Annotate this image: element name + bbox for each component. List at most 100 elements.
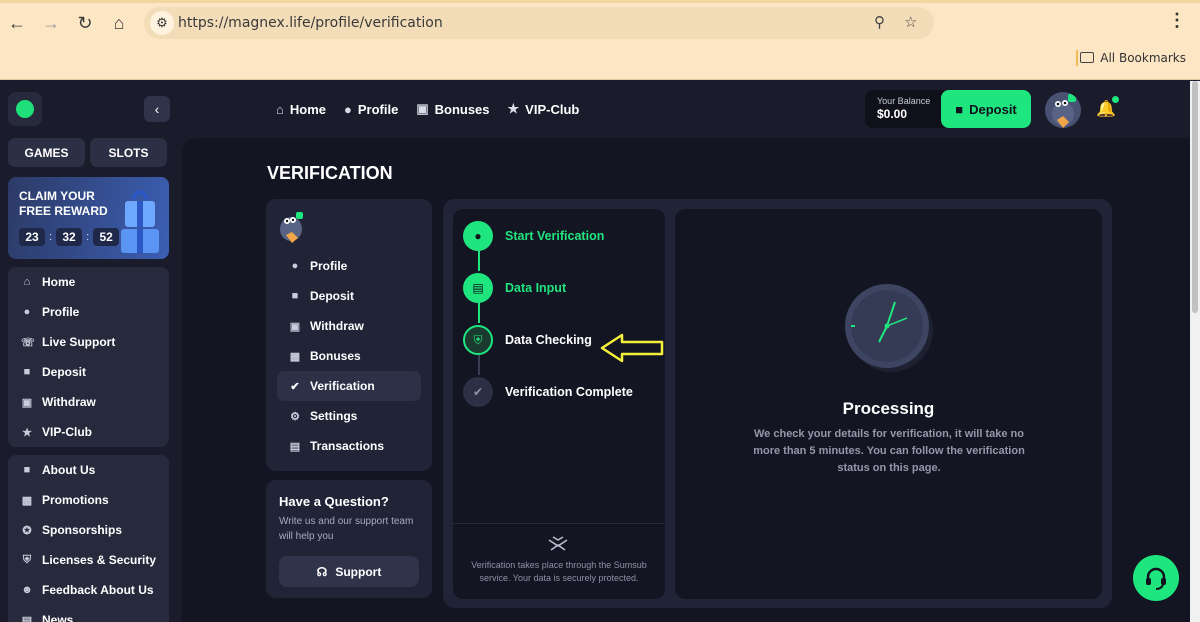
sidebar-item-feedback[interactable]: ☻ Feedback About Us <box>8 575 169 605</box>
scrollbar-thumb[interactable] <box>1192 81 1198 313</box>
annotation-arrow <box>600 333 664 363</box>
deposit-label: Deposit <box>969 101 1017 117</box>
topnav-item-vip[interactable]: ★ VIP-Club <box>508 101 580 117</box>
sidebar-item-profile[interactable]: ● Profile <box>8 297 169 327</box>
tab-slots[interactable]: SLOTS <box>90 138 167 167</box>
wallet-icon: ■ <box>291 290 299 302</box>
tab-games[interactable]: GAMES <box>8 138 85 167</box>
browser-toolbar: ← → ↻ ⌂ ⚙ https://magnex.life/profile/ve… <box>0 0 1200 80</box>
topnav-label: Bonuses <box>434 101 490 117</box>
headset-icon: ☊ <box>316 564 328 579</box>
sumsub-note: Verification takes place through the Sum… <box>471 560 647 583</box>
sidebar-item-home[interactable]: ⌂ Home <box>8 267 169 297</box>
bookmark-star-icon[interactable]: ☆ <box>904 13 917 31</box>
clock-icon <box>845 284 933 372</box>
collapse-sidebar-button[interactable]: ‹ <box>144 96 170 122</box>
zoom-icon[interactable]: ⚲ <box>874 13 885 31</box>
avatar[interactable] <box>278 211 306 243</box>
sidebar-item-label: Home <box>42 275 76 289</box>
profile-menu-withdraw[interactable]: ▣ Withdraw <box>277 311 421 341</box>
profile-menu-profile[interactable]: ● Profile <box>277 251 421 281</box>
reload-icon[interactable]: ↻ <box>74 12 96 34</box>
topnav-item-profile[interactable]: ● Profile <box>344 101 398 117</box>
profile-menu-settings[interactable]: ⚙ Settings <box>277 401 421 431</box>
sidebar-info-menu: ■ About Us ▩ Promotions ✪ Sponsorships ⛨ Lic… <box>8 455 169 622</box>
transactions-icon: ▤ <box>289 440 301 453</box>
feedback-icon: ☻ <box>21 584 33 596</box>
balance-display: Your Balance $0.00 <box>865 90 945 128</box>
sidebar-item-promotions[interactable]: ▩ Promotions <box>8 485 169 515</box>
balance-label: Your Balance <box>877 96 931 106</box>
user-icon: ● <box>291 260 299 272</box>
sidebar-main-menu: ⌂ Home ● Profile ☏ Live Support ■ Deposit ▣ W… <box>8 267 169 447</box>
sidebar-item-label: VIP-Club <box>42 425 92 439</box>
menu-label: Settings <box>310 409 358 423</box>
home-icon: ⌂ <box>276 101 284 117</box>
address-bar[interactable]: ⚙ https://magnex.life/profile/verificati… <box>144 7 934 39</box>
profile-menu-verification[interactable]: ✔ Verification <box>277 371 421 401</box>
home-icon: ⌂ <box>23 276 31 288</box>
menu-label: Withdraw <box>310 319 364 333</box>
site-info-icon[interactable]: ⚙ <box>150 11 174 35</box>
topnav-label: VIP-Club <box>525 101 580 117</box>
question-card: Have a Question? Write us and our suppor… <box>266 480 432 598</box>
sidebar-item-live-support[interactable]: ☏ Live Support <box>8 327 169 357</box>
deposit-button[interactable]: ■ Deposit <box>941 90 1031 128</box>
promo-icon: ▩ <box>21 494 33 507</box>
topnav-label: Profile <box>357 101 399 117</box>
wallet-icon: ■ <box>955 101 964 117</box>
step-data-input: ▤ Data Input <box>463 273 566 303</box>
step-start-verification: ● Start Verification <box>463 221 604 251</box>
timer-minutes: 32 <box>56 228 83 246</box>
question-text: Write us and our support team will help … <box>279 516 414 542</box>
back-icon[interactable]: ← <box>6 12 28 34</box>
gear-icon: ⚙ <box>290 410 300 423</box>
sidebar-item-withdraw[interactable]: ▣ Withdraw <box>8 387 169 417</box>
home-icon[interactable]: ⌂ <box>108 12 130 34</box>
support-button[interactable]: ☊ Support <box>279 556 419 587</box>
sidebar-item-label: Deposit <box>42 365 87 379</box>
profile-menu-bonuses[interactable]: ▩ Bonuses <box>277 341 421 371</box>
sidebar-item-licenses[interactable]: ⛨ Licenses & Security <box>8 545 169 575</box>
browser-menu-icon[interactable]: ⋮ <box>1168 10 1186 31</box>
topnav-item-home[interactable]: ⌂ Home <box>276 101 326 117</box>
forward-icon[interactable]: → <box>40 12 62 34</box>
shield-icon: ⛨ <box>22 553 32 566</box>
processing-title: Processing <box>842 399 935 418</box>
step-verification-complete: ✔ Verification Complete <box>463 377 633 407</box>
sidebar-item-label: About Us <box>42 463 96 477</box>
menu-label: Transactions <box>310 439 385 453</box>
support-label: Support <box>335 564 382 579</box>
shield-icon: ⛨ <box>463 325 493 355</box>
claim-reward-banner[interactable]: CLAIM YOUR FREE REWARD 23: 32: 52 <box>8 177 169 259</box>
sidebar-item-vip[interactable]: ★ VIP-Club <box>8 417 169 447</box>
chat-support-button[interactable] <box>1133 555 1179 601</box>
balance-value: $0.00 <box>877 107 908 121</box>
star-icon: ★ <box>507 101 520 116</box>
menu-label: Profile <box>310 259 348 273</box>
folder-icon <box>1080 52 1095 63</box>
topnav-item-bonuses[interactable]: ▣ Bonuses <box>416 101 489 117</box>
sidebar-item-label: Promotions <box>42 493 109 507</box>
wallet-icon: ■ <box>23 366 31 378</box>
gift-icon <box>121 190 159 253</box>
withdraw-icon: ▣ <box>289 320 301 333</box>
avatar[interactable] <box>1045 92 1081 128</box>
headset-icon <box>1146 567 1166 590</box>
promo-title: CLAIM YOUR FREE REWARD <box>19 189 108 218</box>
profile-menu-deposit[interactable]: ■ Deposit <box>277 281 421 311</box>
page-scrollbar[interactable] <box>1190 81 1200 622</box>
step-label: Data Input <box>505 281 567 295</box>
all-bookmarks[interactable]: All Bookmarks <box>1080 51 1186 65</box>
sidebar-item-about[interactable]: ■ About Us <box>8 455 169 485</box>
bell-icon[interactable]: 🔔 <box>1096 96 1119 119</box>
sidebar-item-news[interactable]: ▤ News <box>8 605 169 622</box>
site-logo[interactable] <box>8 92 42 126</box>
user-icon: ● <box>463 221 493 251</box>
profile-menu-transactions[interactable]: ▤ Transactions <box>277 431 421 461</box>
page-title: VERIFICATION <box>267 163 393 183</box>
sidebar-item-sponsorships[interactable]: ✪ Sponsorships <box>8 515 169 545</box>
sidebar-item-deposit[interactable]: ■ Deposit <box>8 357 169 387</box>
profile-menu: ● Profile ■ Deposit ▣ Withdraw ▩ Bonuses ✔ Ve… <box>266 199 432 471</box>
url-text[interactable]: https://magnex.life/profile/verification <box>178 15 443 31</box>
